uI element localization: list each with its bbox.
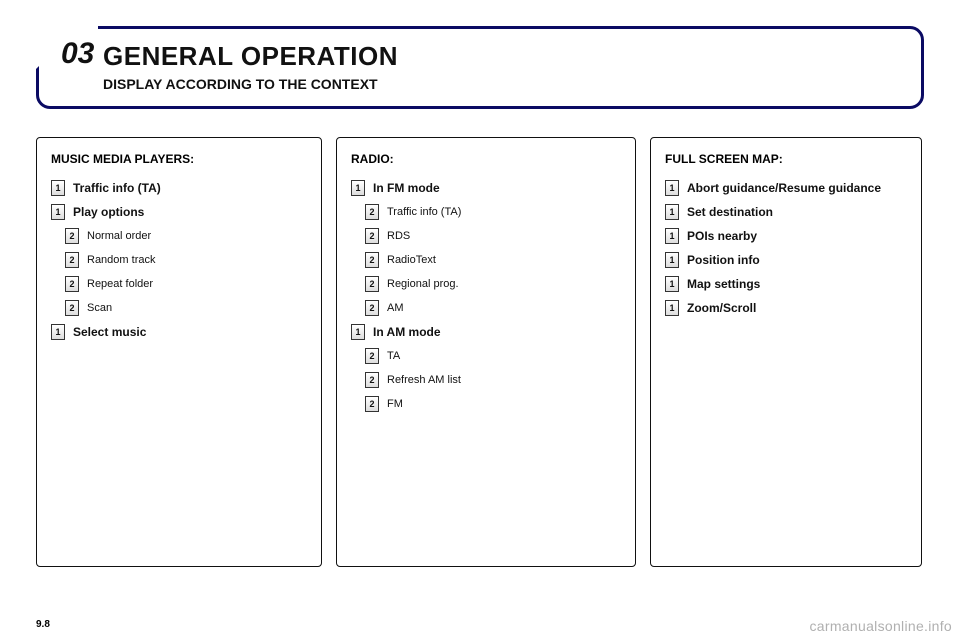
level-badge: 1 bbox=[51, 180, 65, 196]
list-item: 2 Regional prog. bbox=[365, 276, 623, 292]
item-label: Refresh AM list bbox=[387, 374, 461, 386]
level-badge: 2 bbox=[365, 348, 379, 364]
level-badge: 1 bbox=[351, 180, 365, 196]
list-item: 2 Traffic info (TA) bbox=[365, 204, 623, 220]
level-badge: 2 bbox=[365, 396, 379, 412]
list-item: 1 Position info bbox=[665, 252, 909, 268]
item-label: Repeat folder bbox=[87, 278, 153, 290]
level-badge: 2 bbox=[65, 228, 79, 244]
item-label: Traffic info (TA) bbox=[73, 181, 161, 195]
item-label: Traffic info (TA) bbox=[387, 206, 461, 218]
list-item: 2 Normal order bbox=[65, 228, 309, 244]
list-item: 1 Traffic info (TA) bbox=[51, 180, 309, 196]
item-label: Scan bbox=[87, 302, 112, 314]
item-label: Normal order bbox=[87, 230, 151, 242]
column-radio: RADIO: 1In FM mode 2Traffic info (TA) 2R… bbox=[336, 137, 636, 567]
section-number: 03 bbox=[61, 37, 94, 71]
item-label: Random track bbox=[87, 254, 155, 266]
level-badge: 1 bbox=[665, 252, 679, 268]
list-item: 1 In AM mode bbox=[351, 324, 623, 340]
level-badge: 1 bbox=[665, 204, 679, 220]
list-item: 1 Zoom/Scroll bbox=[665, 300, 909, 316]
item-label: FM bbox=[387, 398, 403, 410]
column-title: FULL SCREEN MAP: bbox=[665, 152, 909, 166]
list-item: 1 Select music bbox=[51, 324, 309, 340]
list-item: 1 Play options bbox=[51, 204, 309, 220]
list-item: 1 Map settings bbox=[665, 276, 909, 292]
level-badge: 1 bbox=[665, 180, 679, 196]
column-music: MUSIC MEDIA PLAYERS: 1Traffic info (TA) … bbox=[36, 137, 322, 567]
item-label: AM bbox=[387, 302, 404, 314]
level-badge: 2 bbox=[365, 228, 379, 244]
item-label: In AM mode bbox=[373, 325, 441, 339]
level-badge: 1 bbox=[665, 228, 679, 244]
list-item: 2 Repeat folder bbox=[65, 276, 309, 292]
item-label: Abort guidance/Resume guidance bbox=[687, 181, 881, 195]
item-label: TA bbox=[387, 350, 400, 362]
level-badge: 1 bbox=[665, 276, 679, 292]
header-box: 03 GENERAL OPERATION DISPLAY ACCORDING T… bbox=[36, 26, 924, 109]
list-item: 1 POIs nearby bbox=[665, 228, 909, 244]
item-label: Map settings bbox=[687, 277, 760, 291]
level-badge: 2 bbox=[365, 372, 379, 388]
list-item: 1 Abort guidance/Resume guidance bbox=[665, 180, 909, 196]
columns: MUSIC MEDIA PLAYERS: 1Traffic info (TA) … bbox=[36, 137, 924, 567]
level-badge: 1 bbox=[51, 204, 65, 220]
item-label: Position info bbox=[687, 253, 760, 267]
list-item: 2 TA bbox=[365, 348, 623, 364]
list-item: 2 RadioText bbox=[365, 252, 623, 268]
list-item: 1 Set destination bbox=[665, 204, 909, 220]
watermark: carmanualsonline.info bbox=[810, 618, 953, 634]
level-badge: 2 bbox=[365, 252, 379, 268]
list-item: 2 Random track bbox=[65, 252, 309, 268]
item-label: POIs nearby bbox=[687, 229, 757, 243]
item-label: Set destination bbox=[687, 205, 773, 219]
item-label: Select music bbox=[73, 325, 146, 339]
item-label: Regional prog. bbox=[387, 278, 459, 290]
page-number: 9.8 bbox=[36, 619, 50, 630]
level-badge: 2 bbox=[365, 300, 379, 316]
column-title: RADIO: bbox=[351, 152, 623, 166]
item-label: RadioText bbox=[387, 254, 436, 266]
manual-page: 03 GENERAL OPERATION DISPLAY ACCORDING T… bbox=[0, 0, 960, 640]
level-badge: 2 bbox=[65, 300, 79, 316]
level-badge: 2 bbox=[65, 276, 79, 292]
column-map: FULL SCREEN MAP: 1 Abort guidance/Resume … bbox=[650, 137, 922, 567]
page-title: GENERAL OPERATION bbox=[103, 41, 903, 72]
level-badge: 1 bbox=[51, 324, 65, 340]
page-subtitle: DISPLAY ACCORDING TO THE CONTEXT bbox=[103, 76, 903, 92]
level-badge: 2 bbox=[365, 276, 379, 292]
item-label: In FM mode bbox=[373, 181, 440, 195]
list-item: 1 In FM mode bbox=[351, 180, 623, 196]
level-badge: 2 bbox=[65, 252, 79, 268]
level-badge: 2 bbox=[365, 204, 379, 220]
column-title: MUSIC MEDIA PLAYERS: bbox=[51, 152, 309, 166]
item-label: Zoom/Scroll bbox=[687, 301, 756, 315]
list-item: 2 FM bbox=[365, 396, 623, 412]
list-item: 2 Refresh AM list bbox=[365, 372, 623, 388]
item-label: RDS bbox=[387, 230, 410, 242]
list-item: 2 RDS bbox=[365, 228, 623, 244]
level-badge: 1 bbox=[665, 300, 679, 316]
item-label: Play options bbox=[73, 205, 144, 219]
list-item: 2 AM bbox=[365, 300, 623, 316]
list-item: 2 Scan bbox=[65, 300, 309, 316]
level-badge: 1 bbox=[351, 324, 365, 340]
